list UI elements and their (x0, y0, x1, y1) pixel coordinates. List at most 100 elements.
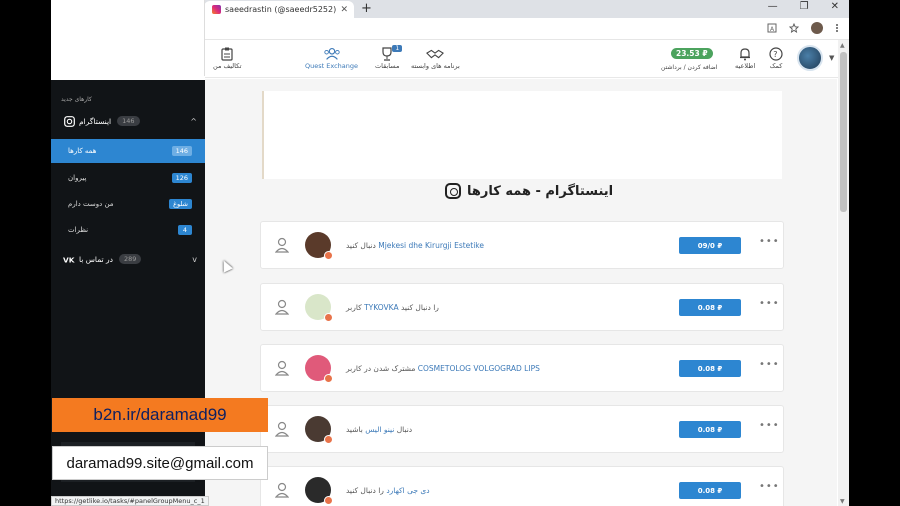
instagram-badge-icon (324, 374, 333, 383)
more-options-icon[interactable]: ••• (759, 236, 780, 247)
page-title: اینستاگرام - همه کارها (445, 183, 613, 199)
more-options-icon[interactable]: ••• (759, 359, 780, 370)
user-icon (275, 360, 289, 376)
nav-notifications-bell[interactable]: اطلاعیه (735, 46, 755, 70)
new-tab-button[interactable]: + (361, 1, 372, 16)
task-price-button[interactable]: 0.08 ₽ (679, 421, 741, 438)
sidebar-item-count: 4 (178, 225, 192, 235)
task-account-link[interactable]: COSMETOLOG VOLGOGRAD LIPS (418, 364, 540, 373)
user-avatar[interactable] (797, 45, 823, 71)
scroll-down-icon[interactable]: ▼ (840, 498, 845, 505)
notifications-label: اطلاعیه (735, 62, 756, 70)
task-prefix: مشترک شدن در کاربر (346, 364, 418, 373)
blank-panel (51, 0, 205, 76)
nav-quest-exchange[interactable]: Quest Exchange (305, 46, 358, 70)
sidebar-item-likes[interactable]: من دوست دارم شلوغ (51, 192, 205, 216)
more-options-icon[interactable]: ••• (759, 298, 780, 309)
maximize-button[interactable]: ❐ (800, 1, 809, 12)
task-suffix: را دنبال کنید (346, 486, 387, 495)
task-account-link[interactable]: نینو الیس (365, 425, 394, 434)
more-options-icon[interactable]: ••• (759, 420, 780, 431)
user-icon (275, 482, 289, 498)
sidebar-group-vk[interactable]: VK در تماس با 289 v (51, 246, 205, 272)
main-content: اینستاگرام - همه کارها دنبال کنید Mjekes… (205, 79, 837, 506)
translate-icon[interactable]: A (767, 23, 777, 33)
window-controls: — ❐ ✕ (768, 1, 839, 12)
task-avatar[interactable] (305, 416, 333, 444)
page-title-text: اینستاگرام - همه کارها (467, 183, 614, 199)
balance-badge[interactable]: 23.53 ₽ (671, 48, 713, 59)
sidebar-caption: کارهای جدید (61, 96, 92, 103)
sidebar-item-count: 126 (171, 173, 192, 183)
watermark-email: daramad99.site@gmail.com (52, 446, 268, 480)
instagram-badge-icon (324, 251, 333, 260)
nav-contests[interactable]: 1 مسابقات (375, 45, 403, 70)
handshake-icon (426, 49, 445, 59)
sidebar-item-count: شلوغ (169, 199, 192, 209)
group-count: 146 (117, 116, 140, 126)
task-row: دی جی اکهارد را دنبال کنید 0.08 ₽ ••• (260, 466, 784, 506)
sidebar-item-label: همه کارها (68, 147, 97, 155)
help-icon: ? (769, 47, 783, 61)
chevron-up-icon[interactable]: ^ (190, 117, 197, 126)
task-price-button[interactable]: 0.08 ₽ (679, 299, 741, 316)
task-row: مشترک شدن در کاربر COSMETOLOG VOLGOGRAD … (260, 344, 784, 392)
kebab-menu-icon[interactable] (835, 23, 839, 33)
scroll-thumb[interactable] (840, 52, 847, 212)
task-prefix: دنبال (394, 425, 413, 434)
nav-help[interactable]: ? کمک (767, 46, 785, 70)
task-row: دنبال کنید Mjekesi dhe Kirurgji Estetike… (260, 221, 784, 269)
balance-label[interactable]: اضافه کردن / برداشتن (661, 64, 717, 71)
task-row: کاربر TYKOVKA را دنبال کنید 0.08 ₽ ••• (260, 283, 784, 331)
task-description: دی جی اکهارد را دنبال کنید (346, 486, 430, 495)
sidebar-item-all-tasks[interactable]: همه کارها 146 (51, 139, 205, 163)
letterbox-right (849, 0, 900, 506)
task-avatar[interactable] (305, 294, 333, 322)
chevron-down-icon[interactable]: ▼ (829, 54, 834, 62)
sidebar-item-followers[interactable]: پیروان 126 (51, 166, 205, 190)
task-avatar[interactable] (305, 355, 333, 383)
clipboard-icon (221, 47, 233, 61)
nav-label: مسابقات (375, 62, 400, 70)
browser-profile-avatar[interactable] (811, 22, 823, 34)
task-price-button[interactable]: 0.08 ₽ (679, 482, 741, 499)
task-avatar[interactable] (305, 232, 333, 260)
sidebar-item-comments[interactable]: نظرات 4 (51, 218, 205, 242)
letterbox-left (0, 0, 51, 506)
instagram-icon (63, 115, 75, 127)
browser-tab[interactable]: saeedrastin (@saeedr5252) • Inst ✕ (204, 1, 354, 18)
sidebar-item-count: 146 (171, 146, 192, 156)
tab-close-icon[interactable]: ✕ (340, 5, 348, 15)
close-window-button[interactable]: ✕ (831, 1, 839, 12)
status-url: https://getlike.io/tasks/#panelGroupMenu… (51, 496, 209, 506)
task-account-link[interactable]: Mjekesi dhe Kirurgji Estetike (378, 241, 484, 250)
task-description: دنبال کنید Mjekesi dhe Kirurgji Estetike (346, 241, 484, 250)
task-account-link[interactable]: دی جی اکهارد (386, 486, 429, 495)
user-icon (275, 237, 289, 253)
more-options-icon[interactable]: ••• (759, 481, 780, 492)
task-suffix: را دنبال کنید (398, 303, 439, 312)
app-header: تکالیف من Quest Exchange 1 مسابقات برنام… (205, 40, 849, 78)
sidebar: کارهای جدید اینستاگرام 146 ^ همه کارها 1… (51, 80, 205, 506)
nav-affiliate[interactable]: برنامه های وابسته (411, 46, 460, 70)
instagram-badge-icon (324, 313, 333, 322)
users-icon (323, 48, 340, 60)
task-avatar[interactable] (305, 477, 333, 505)
task-account-link[interactable]: TYKOVKA (364, 303, 399, 312)
bell-icon (740, 48, 751, 61)
scroll-up-icon[interactable]: ▲ (840, 42, 845, 49)
page-scrollbar[interactable]: ▲ ▼ (838, 40, 849, 506)
nav-label: برنامه های وابسته (411, 62, 460, 70)
star-icon[interactable] (789, 23, 799, 33)
help-label: کمک (769, 62, 783, 70)
group-count: 289 (118, 254, 142, 264)
task-prefix: دنبال کنید (346, 241, 379, 250)
chevron-down-icon[interactable]: v (192, 255, 197, 264)
task-price-button[interactable]: 0.08 ₽ (679, 360, 741, 377)
instagram-badge-icon (324, 496, 333, 505)
minimize-button[interactable]: — (768, 1, 778, 12)
sidebar-group-instagram[interactable]: اینستاگرام 146 ^ (51, 108, 205, 134)
task-price-button[interactable]: 09/0 ₽ (679, 237, 741, 254)
nav-my-tasks[interactable]: تکالیف من (213, 46, 242, 70)
tab-title: saeedrastin (@saeedr5252) • Inst (225, 5, 340, 14)
